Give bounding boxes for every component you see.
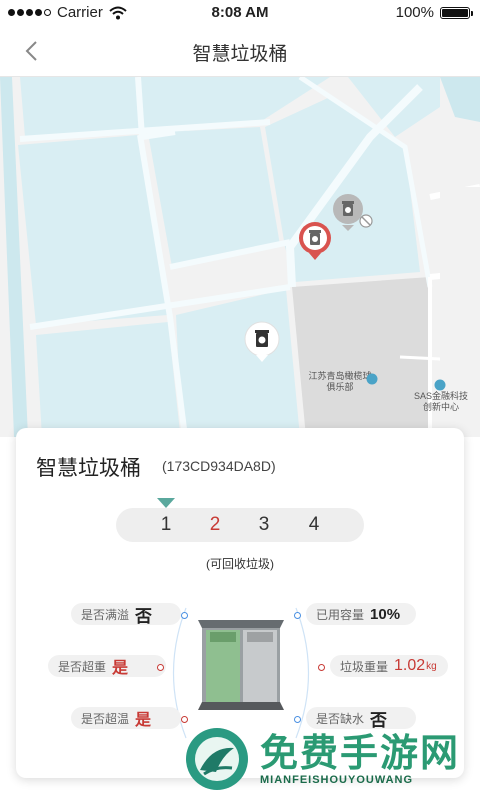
indicator-dot [181, 612, 188, 619]
overweight-status: 是否超重 是 [48, 655, 166, 677]
bin-title: 智慧垃圾桶 [36, 457, 141, 480]
poi-icon [366, 373, 378, 385]
poi-label-fintech-center: SAS金融科技 创新中心 [413, 391, 468, 412]
tab-1[interactable]: 1 [151, 514, 181, 536]
overheat-label: 是否超温 [81, 711, 130, 726]
compartment-tabs: 1 2 3 4 [116, 508, 364, 542]
navigation-bar: 智慧垃圾桶 [0, 26, 480, 77]
map-canvas[interactable] [0, 77, 480, 437]
poi-icon [434, 379, 446, 391]
overweight-value: 是 [112, 660, 129, 677]
battery-icon [440, 6, 473, 19]
status-bar: Carrier 8:08 AM 100% [0, 0, 480, 26]
tab-2[interactable]: 2 [200, 514, 230, 536]
overweight-label: 是否超重 [58, 659, 107, 674]
status-right: 100% [395, 4, 473, 21]
weight-label: 垃圾重量 [340, 659, 389, 674]
indicator-dot [318, 664, 325, 671]
watermark-subtitle: MIANFEISHOUYOUWANG [260, 774, 414, 786]
capacity-value: 10% [370, 605, 401, 623]
page-title: 智慧垃圾桶 [192, 44, 288, 65]
bin-marker-gray[interactable] [332, 193, 374, 233]
bin-marker-red[interactable] [298, 221, 332, 261]
tab-4[interactable]: 4 [299, 514, 329, 536]
weight-unit: kg [426, 660, 437, 672]
overheat-value: 是 [135, 712, 152, 729]
map-view[interactable]: 江苏青岛橄榄球 俱乐部 SAS金融科技 创新中心 [0, 77, 480, 437]
watermark-title: 免费手游网 [260, 733, 461, 775]
overheat-status: 是否超温 是 [71, 707, 181, 729]
overflow-value: 否 [135, 606, 153, 626]
garbage-weight: 垃圾重量 1.02 kg [330, 655, 448, 677]
indicator-dot [294, 612, 301, 619]
bin-type-label: (可回收垃圾) [206, 557, 274, 571]
tab-pointer-icon [157, 498, 175, 508]
overflow-label: 是否满溢 [81, 607, 130, 622]
trash-bin-illustration [198, 620, 284, 710]
bin-code: (173CD934DA8D) [162, 458, 276, 474]
overflow-status: 是否满溢 否 [71, 603, 181, 626]
trash-bin-icon [244, 321, 280, 362]
battery-percent: 100% [395, 4, 434, 21]
capacity-used: 已用容量 10% [306, 603, 416, 625]
watermark-logo [186, 728, 248, 790]
indicator-dot [157, 664, 164, 671]
trash-bin-icon [299, 222, 331, 260]
bin-marker-white[interactable] [244, 321, 280, 363]
tab-3[interactable]: 3 [249, 514, 279, 536]
trash-bin-icon [333, 194, 373, 231]
weight-value: 1.02 [394, 657, 426, 674]
watermark: 免费手游网 MIANFEISHOUYOUWANG [178, 720, 478, 798]
capacity-label: 已用容量 [316, 607, 365, 622]
